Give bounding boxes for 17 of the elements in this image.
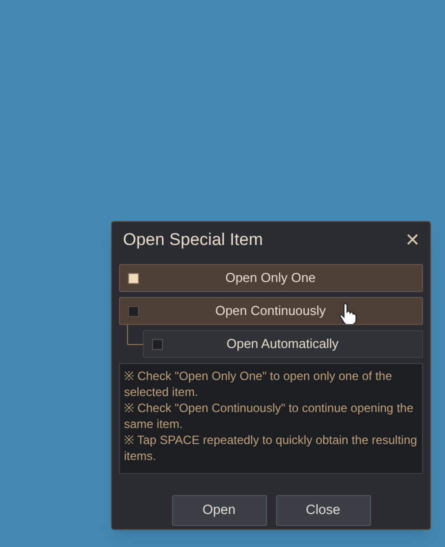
option-row[interactable]: Open Continuously — [119, 297, 423, 325]
note-text: ※ Check "Open Continuously" to continue opening the same item. — [124, 400, 414, 432]
dialog-button[interactable]: Open — [172, 495, 266, 526]
checkbox[interactable] — [128, 272, 139, 284]
option-label: Open Automatically — [226, 335, 338, 354]
option-row[interactable]: Open Only One — [119, 264, 423, 292]
note-text: ※ Tap SPACE repeatedly to quickly obtain the resulting items. — [124, 432, 418, 464]
close-button[interactable]: ✕ — [405, 231, 420, 249]
option-row[interactable]: Open Automatically — [143, 330, 423, 358]
option-label: Open Continuously — [215, 302, 326, 320]
option-label: Open Only One — [225, 269, 316, 288]
dialog-title: Open Special Item — [123, 229, 263, 252]
checkbox[interactable] — [128, 306, 139, 316]
checkbox[interactable] — [152, 338, 163, 350]
note-text: ※ Check "Open Only One" to open only one of the selected item. — [124, 368, 394, 400]
dialog-button[interactable]: Close — [276, 495, 370, 526]
hand-cursor-icon — [338, 302, 358, 324]
